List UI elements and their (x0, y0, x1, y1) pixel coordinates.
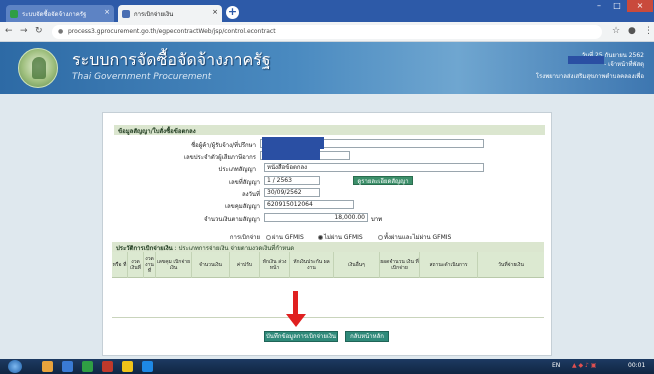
column-header: งวด งาน ที่ (144, 252, 156, 278)
site-title: ระบบการจัดซื้อจัดจ้างภาครัฐ (72, 50, 271, 69)
site-favicon-icon (122, 10, 130, 18)
column-header: งวด เงินที่ (128, 252, 144, 278)
browser-tab-bar: ระบบจัดซื้อจัดจ้างภาครัฐ × การเบิกจ่ายเง… (0, 0, 654, 22)
header-role: - เจ้าหน้าที่พัสดุ (604, 61, 644, 68)
close-tab-icon[interactable]: × (212, 8, 218, 16)
contract-amount-label: จำนวนเงินตามสัญญา (203, 216, 260, 223)
tax-id-label: เลขประจำตัวผู้เสียภาษีอากร (183, 154, 256, 161)
back-icon[interactable]: ← (5, 26, 13, 36)
radio-button-icon (378, 235, 383, 240)
column-header: ยอดจำนวน เงิน ที่เบิกจ่าย (380, 252, 420, 278)
reload-icon[interactable]: ↻ (35, 26, 43, 36)
column-header: สถานะดำเนินการ (420, 252, 478, 278)
radio-both-gfmis[interactable]: ทั้งผ่านและไม่ผ่าน GFMIS (378, 232, 451, 242)
minimize-icon[interactable]: – (590, 0, 608, 12)
windows-taskbar: EN ▲ ◆ ♪ ▣ 00:01 (0, 359, 654, 374)
browser-tab-procurement[interactable]: ระบบจัดซื้อจัดจ้างภาครัฐ × (6, 5, 114, 22)
column-header: เงินอื่นๆ (334, 252, 380, 278)
history-table-title: ประวัติการเบิกจ่ายเงิน : ประเภทการจ่ายเง… (112, 242, 544, 252)
view-contract-detail-button[interactable]: ดูรายละเอียดสัญญา (353, 176, 413, 185)
column-header: ค่าปรับ (230, 252, 260, 278)
contract-date-label: ลงวันที่ (241, 191, 260, 198)
file-explorer-icon[interactable] (42, 361, 53, 372)
contract-control-number-label: เลขคุมสัญญา (224, 203, 260, 210)
radio-label: ทั้งผ่านและไม่ผ่าน GFMIS (384, 234, 452, 241)
redacted-tax-id (262, 148, 320, 160)
contract-type-label: ประเภทสัญญา (218, 166, 256, 173)
vendor-name-label: ชื่อผู้ค้า/ผู้รับจ้าง/ที่ปรึกษา (191, 142, 256, 149)
system-tray-icons[interactable]: ▲ ◆ ♪ ▣ (572, 362, 596, 369)
column-header: เลขคุม เบิกจ่ายเงิน (156, 252, 192, 278)
history-table-body (112, 278, 544, 318)
start-icon[interactable] (8, 360, 22, 373)
maximize-icon[interactable]: □ (608, 0, 626, 12)
radio-button-selected-icon (318, 235, 323, 240)
redacted-username (568, 56, 604, 64)
column-header: วันที่จ่ายเงิน (498, 262, 524, 268)
browser-tab-disbursement[interactable]: การเบิกจ่ายเงิน × (118, 5, 222, 22)
bookmark-star-icon[interactable]: ☆ (612, 26, 620, 36)
close-tab-icon[interactable]: × (104, 8, 110, 16)
radio-button-icon (266, 235, 271, 240)
garuda-logo-icon (18, 48, 58, 88)
browser-icon[interactable] (62, 361, 73, 372)
contract-section-title: ข้อมูลสัญญา/ใบสั่งซื้อข้อตกลง (114, 125, 545, 135)
chrome-icon[interactable] (122, 361, 133, 372)
history-title: ประวัติการเบิกจ่ายเงิน (116, 245, 173, 252)
history-table-header: หรือ ที่ งวด เงินที่ งวด งาน ที่ เลขคุม … (112, 252, 544, 278)
site-subtitle: Thai Government Procurement (72, 72, 212, 82)
tab-label: การเบิกจ่ายเงิน (134, 11, 174, 18)
contract-amount-field[interactable]: 18,000.00 (264, 213, 368, 222)
currency-unit: บาท (371, 216, 383, 223)
header-org: โรงพยาบาลส่งเสริมสุขภาพตำบลคลองเพื่อ (535, 73, 644, 80)
url-text: process3.gprocurement.go.th/egpecontract… (68, 28, 276, 35)
clock[interactable]: 00:01 (628, 362, 645, 369)
app-icon[interactable] (102, 361, 113, 372)
column-header: จำนวนเงิน (192, 252, 230, 278)
contract-number-field[interactable]: 1 / 2563 (264, 176, 320, 185)
site-favicon-icon (10, 10, 18, 18)
excel-icon[interactable] (82, 361, 93, 372)
save-disbursement-button[interactable]: บันทึกข้อมูลการเบิกจ่ายเงิน (264, 331, 338, 342)
site-header: ระบบการจัดซื้อจัดจ้างภาครัฐ Thai Governm… (0, 42, 654, 94)
menu-dots-icon[interactable]: ⋮ (644, 26, 653, 36)
word-icon[interactable] (142, 361, 153, 372)
address-bar: ← → ↻ ● process3.gprocurement.go.th/egpe… (0, 22, 654, 42)
column-header: หักเงิน ล่วงหน้า (260, 252, 290, 278)
back-to-main-button[interactable]: กลับหน้าหลัก (345, 331, 389, 342)
red-arrow-annotation (293, 291, 298, 315)
column-header: หรือ ที่ (112, 252, 128, 278)
close-window-icon[interactable]: × (627, 0, 653, 12)
url-input[interactable]: ● process3.gprocurement.go.th/egpecontra… (52, 25, 602, 39)
tab-label: ระบบจัดซื้อจัดจ้างภาครัฐ (22, 11, 87, 18)
contract-control-number-field[interactable]: 620915012064 (264, 200, 354, 209)
contract-number-label: เลขที่สัญญา (228, 179, 260, 186)
forward-icon[interactable]: → (20, 26, 28, 36)
contract-date-field[interactable]: 30/09/2562 (264, 188, 320, 197)
radio-non-gfmis[interactable]: ไม่ผ่าน GFMIS (318, 232, 363, 242)
radio-label: ไม่ผ่าน GFMIS (324, 234, 363, 241)
language-indicator[interactable]: EN (552, 362, 560, 369)
red-arrow-head-icon (286, 314, 306, 327)
column-header: หักเงินประกัน ผลงาน (290, 252, 334, 278)
new-tab-button[interactable]: + (226, 6, 239, 19)
disbursement-label: การเบิกจ่าย (229, 234, 260, 241)
history-subtitle: : ประเภทการจ่ายเงิน จ่ายตามงวดเงินที่กำห… (174, 245, 295, 252)
radio-gfmis[interactable]: ผ่าน GFMIS (266, 232, 304, 242)
radio-label: ผ่าน GFMIS (272, 234, 304, 241)
contract-type-field[interactable]: หนังสือข้อตกลง (264, 163, 484, 172)
lock-icon: ● (58, 28, 64, 35)
account-icon[interactable]: ● (628, 26, 636, 36)
